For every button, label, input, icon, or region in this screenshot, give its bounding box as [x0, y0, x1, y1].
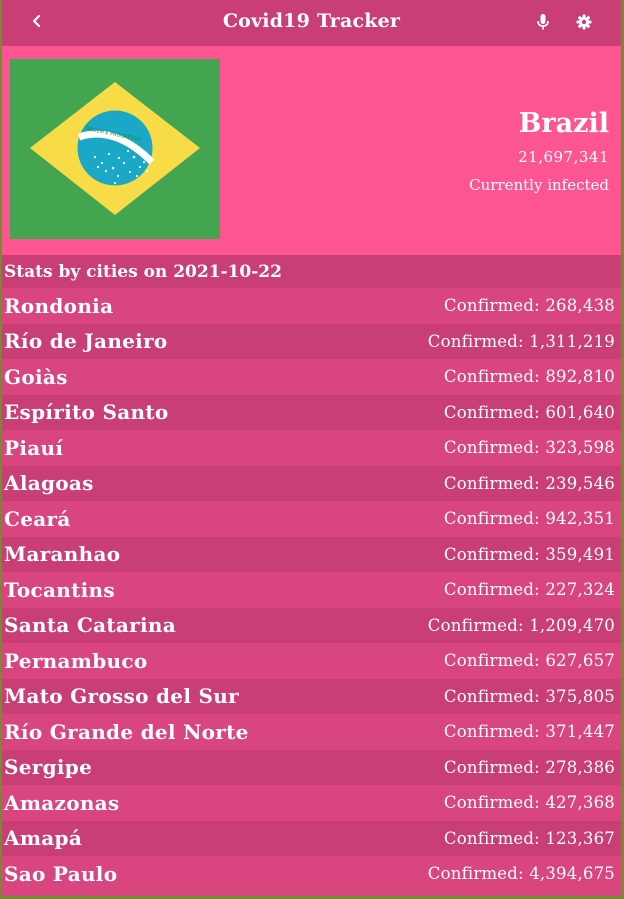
confirmed-count: Confirmed: 601,640 [443, 402, 615, 422]
infected-count: 21,697,341 [518, 148, 609, 166]
list-item[interactable]: Tocantins Confirmed: 227,324 [2, 572, 621, 608]
microphone-button[interactable] [532, 10, 554, 34]
top-bar: Covid19 Tracker [2, 0, 621, 46]
confirmed-count: Confirmed: 1,311,219 [427, 331, 615, 351]
confirmed-count: Confirmed: 942,351 [443, 509, 615, 529]
confirmed-count: Confirmed: 892,810 [443, 367, 615, 387]
confirmed-count: Confirmed: 371,447 [443, 722, 615, 742]
list-item[interactable]: Espírito Santo Confirmed: 601,640 [2, 394, 621, 430]
city-name: Amapá [4, 826, 83, 851]
list-item[interactable]: Rondonia Confirmed: 268,438 [2, 288, 621, 324]
list-item[interactable]: Río Grande del Norte Confirmed: 371,447 [2, 714, 621, 750]
city-name: Río de Janeiro [4, 329, 168, 354]
settings-button[interactable] [572, 10, 596, 34]
list-item[interactable]: Piauí Confirmed: 323,598 [2, 430, 621, 466]
confirmed-count: Confirmed: 1,209,470 [427, 615, 615, 635]
city-name: Sergipe [4, 755, 93, 780]
city-name: Sao Paulo [4, 861, 118, 886]
city-name: Río Grande del Norte [4, 719, 249, 744]
country-name: Brazil [518, 108, 609, 139]
confirmed-count: Confirmed: 4,394,675 [427, 864, 615, 884]
list-item[interactable]: Río de Janeiro Confirmed: 1,311,219 [2, 323, 621, 359]
city-name: Espírito Santo [4, 400, 169, 425]
city-name: Piauí [4, 435, 64, 460]
infected-label: Currently infected [469, 176, 609, 194]
list-item[interactable]: Amapá Confirmed: 123,367 [2, 820, 621, 856]
confirmed-count: Confirmed: 123,367 [443, 828, 615, 848]
city-name: Pernambuco [4, 648, 148, 673]
city-name: Maranhao [4, 542, 121, 567]
list-item[interactable]: Maranhao Confirmed: 359,491 [2, 536, 621, 572]
confirmed-count: Confirmed: 427,368 [443, 793, 615, 813]
city-name: Rondonia [4, 293, 114, 318]
city-name: Alagoas [4, 471, 94, 496]
confirmed-count: Confirmed: 359,491 [443, 544, 615, 564]
stats-title: Stats by cities on 2021-10-22 [2, 255, 621, 288]
list-item[interactable]: Alagoas Confirmed: 239,546 [2, 465, 621, 501]
list-item[interactable]: Ceará Confirmed: 942,351 [2, 501, 621, 537]
list-item[interactable]: Amazonas Confirmed: 427,368 [2, 785, 621, 821]
city-name: Santa Catarina [4, 613, 177, 638]
confirmed-count: Confirmed: 627,657 [443, 651, 615, 671]
gear-icon [576, 14, 592, 30]
app-title: Covid19 Tracker [222, 10, 401, 32]
list-item[interactable]: Santa Catarina Confirmed: 1,209,470 [2, 607, 621, 643]
confirmed-count: Confirmed: 375,805 [443, 686, 615, 706]
microphone-icon [537, 14, 549, 30]
confirmed-count: Confirmed: 323,598 [443, 438, 615, 458]
confirmed-count: Confirmed: 268,438 [443, 296, 615, 316]
list-item[interactable]: Sergipe Confirmed: 278,386 [2, 749, 621, 785]
city-list: Rondonia Confirmed: 268,438 Río de Janeir… [2, 288, 621, 892]
brazil-flag: ORDEM E PROGRESSO [10, 59, 220, 239]
list-item[interactable]: Sao Paulo Confirmed: 4,394,675 [2, 856, 621, 892]
country-summary: ORDEM E PROGRESSO Brazil 21,697,341 Curr… [2, 46, 621, 255]
list-item[interactable]: Mato Grosso del Sur Confirmed: 375,805 [2, 678, 621, 714]
confirmed-count: Confirmed: 278,386 [443, 757, 615, 777]
city-name: Ceará [4, 506, 71, 531]
list-item[interactable]: Pernambuco Confirmed: 627,657 [2, 643, 621, 679]
list-item[interactable]: Goiàs Confirmed: 892,810 [2, 359, 621, 395]
confirmed-count: Confirmed: 239,546 [443, 473, 615, 493]
city-name: Amazonas [4, 790, 120, 815]
city-name: Mato Grosso del Sur [4, 684, 239, 709]
city-name: Tocantins [4, 577, 115, 602]
city-name: Goiàs [4, 364, 68, 389]
app-window: Covid19 Tracker ORDEM E PROGRESSO Brazil… [2, 0, 621, 896]
confirmed-count: Confirmed: 227,324 [443, 580, 615, 600]
